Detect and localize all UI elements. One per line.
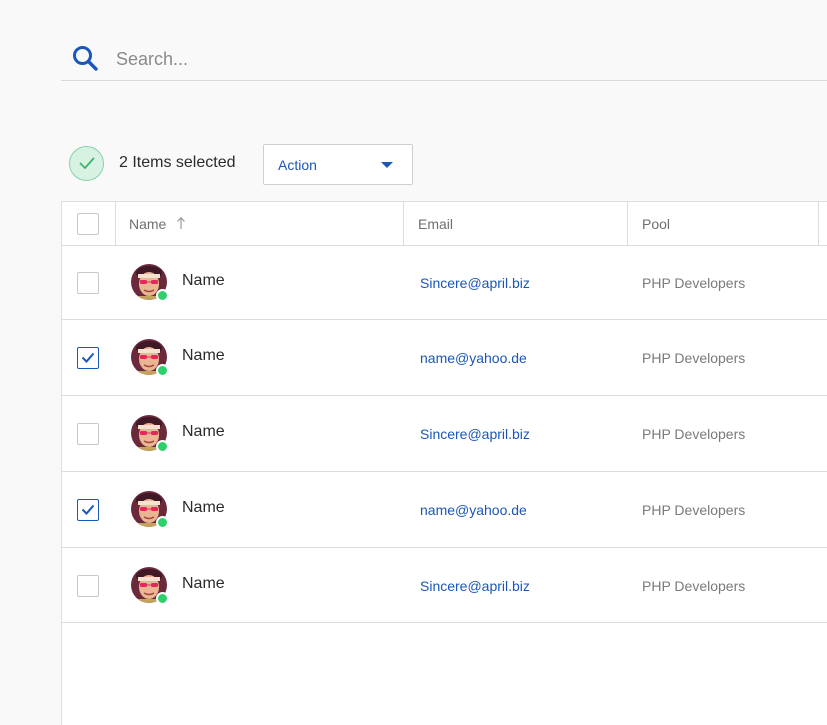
table-header: Name Email Pool — [62, 202, 827, 246]
select-all-checkbox[interactable] — [77, 213, 99, 235]
row-checkbox[interactable] — [77, 272, 99, 294]
row-name: Name — [182, 272, 225, 289]
column-divider — [403, 202, 404, 245]
search-icon[interactable] — [71, 44, 99, 72]
avatar — [131, 264, 169, 302]
action-dropdown[interactable]: Action — [263, 144, 413, 185]
online-status-dot — [156, 289, 169, 302]
column-divider — [818, 202, 819, 245]
row-checkbox[interactable] — [77, 423, 99, 445]
table-row[interactable]: Name name@yahoo.de PHP Developers — [62, 320, 827, 396]
table-row[interactable]: Name Sincere@april.biz PHP Developers — [62, 246, 827, 320]
users-table: Name Email Pool Name Sincere@april.biz P… — [61, 201, 827, 725]
row-checkbox[interactable] — [77, 499, 99, 521]
row-email[interactable]: Sincere@april.biz — [420, 578, 530, 594]
online-status-dot — [156, 440, 169, 453]
avatar — [131, 415, 169, 453]
row-email[interactable]: name@yahoo.de — [420, 350, 527, 366]
avatar — [131, 339, 169, 377]
row-name: Name — [182, 499, 225, 516]
avatar — [131, 566, 169, 605]
row-checkbox[interactable] — [77, 347, 99, 369]
arrow-up-icon[interactable] — [176, 216, 186, 230]
caret-down-icon — [381, 162, 393, 168]
table-row[interactable]: Name Sincere@april.biz PHP Developers — [62, 396, 827, 472]
row-pool: PHP Developers — [642, 577, 746, 594]
row-pool: PHP Developers — [642, 350, 746, 366]
column-divider — [115, 202, 116, 245]
online-status-dot — [156, 516, 169, 529]
row-pool: PHP Developers — [642, 502, 746, 518]
column-header-pool[interactable]: Pool — [642, 216, 670, 232]
row-name: Name — [182, 423, 225, 440]
row-email[interactable]: Sincere@april.biz — [420, 426, 530, 442]
column-header-email[interactable]: Email — [418, 216, 453, 232]
selected-check-icon — [69, 146, 104, 181]
avatar — [131, 491, 169, 529]
row-email[interactable]: Sincere@april.biz — [420, 275, 530, 291]
row-name: Name — [182, 574, 225, 592]
row-name: Name — [182, 347, 225, 364]
row-email[interactable]: name@yahoo.de — [420, 502, 527, 518]
row-pool: PHP Developers — [642, 275, 746, 291]
row-checkbox[interactable] — [77, 574, 99, 597]
row-pool: PHP Developers — [642, 426, 746, 442]
online-status-dot — [156, 591, 169, 605]
table-row[interactable]: Name name@yahoo.de PHP Developers — [62, 472, 827, 548]
column-divider — [627, 202, 628, 245]
table-row[interactable]: Name Sincere@april.biz PHP Developers — [62, 548, 827, 623]
search-bar — [61, 35, 827, 81]
selected-count: 2 Items selected — [119, 154, 236, 171]
action-dropdown-label: Action — [278, 157, 317, 173]
column-header-name[interactable]: Name — [129, 216, 166, 232]
online-status-dot — [156, 364, 169, 377]
search-input[interactable] — [114, 41, 718, 77]
